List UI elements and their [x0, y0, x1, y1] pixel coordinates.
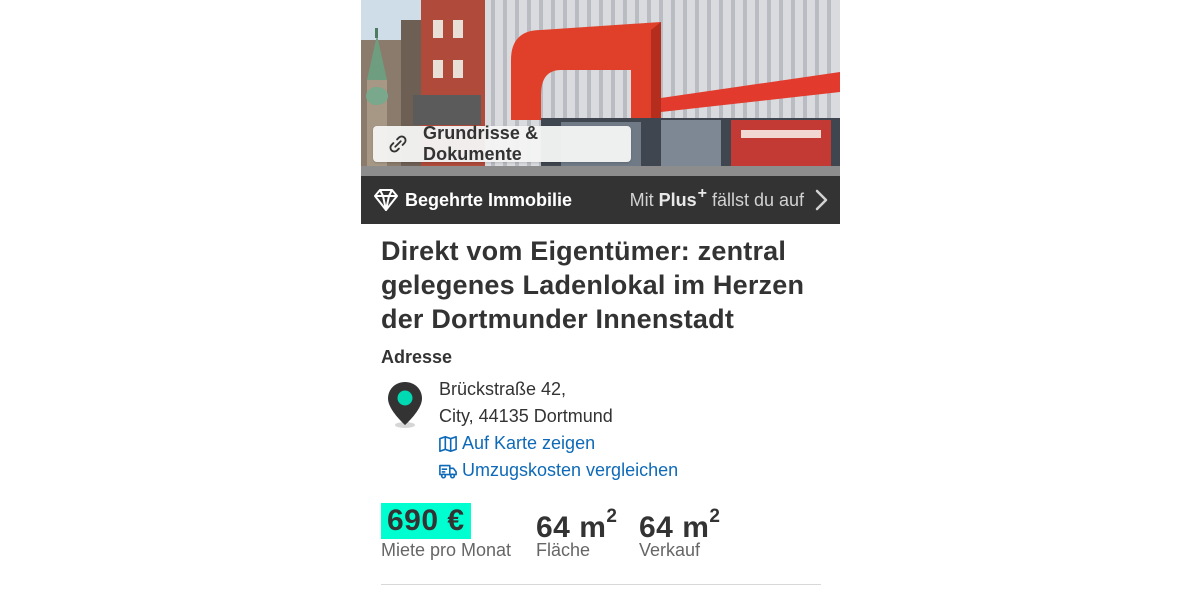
- show-on-map-label: Auf Karte zeigen: [462, 433, 596, 453]
- premium-bar: Begehrte Immobilie Mit Plus+ fällst du a…: [361, 176, 840, 224]
- listing-title: Direkt vom Eigentümer: zentral gelegenes…: [381, 236, 805, 334]
- listing-photo[interactable]: Grundrisse & Dokumente: [361, 0, 840, 176]
- truck-icon: [439, 462, 457, 480]
- plus-brand-text: Plus: [658, 189, 697, 210]
- sales-area-unit-sup: 2: [709, 506, 721, 527]
- paperclip-icon: [387, 133, 409, 155]
- compare-moving-costs-link[interactable]: Umzugskosten vergleichen: [439, 460, 678, 481]
- plus-promo-suffix: fällst du auf: [711, 189, 804, 210]
- area-unit-sup: 2: [606, 506, 618, 527]
- area-label: Fläche: [536, 540, 591, 560]
- chevron-right-icon: [814, 189, 828, 211]
- price-value: 690 €: [381, 503, 471, 539]
- plus-promo-brand: Plus+: [658, 185, 707, 211]
- location-pin-icon: [388, 382, 422, 428]
- listing-card: Grundrisse & Dokumente Begehrte Immobili…: [361, 0, 840, 600]
- sales-area-label: Verkauf: [639, 540, 701, 560]
- diamond-icon: [373, 187, 399, 213]
- address-heading: Adresse: [381, 347, 453, 367]
- plus-brand-sup: +: [697, 184, 707, 202]
- address-street: Brückstraße 42,: [439, 379, 567, 399]
- address-city: City, 44135 Dortmund: [439, 406, 613, 426]
- documents-button-label: Grundrisse & Dokumente: [423, 123, 539, 164]
- divider: [381, 584, 821, 585]
- premium-label: Begehrte Immobilie: [405, 189, 573, 210]
- plus-promo-link[interactable]: Mit Plus+ fällst du auf: [630, 176, 828, 224]
- price-label: Miete pro Monat: [381, 540, 512, 560]
- plus-promo-prefix: Mit: [629, 189, 654, 210]
- compare-moving-costs-label: Umzugskosten vergleichen: [462, 460, 679, 480]
- documents-button[interactable]: Grundrisse & Dokumente: [373, 123, 631, 164]
- show-on-map-link[interactable]: Auf Karte zeigen: [439, 433, 595, 454]
- map-icon: [439, 435, 457, 453]
- price-block: 690 €: [381, 503, 471, 539]
